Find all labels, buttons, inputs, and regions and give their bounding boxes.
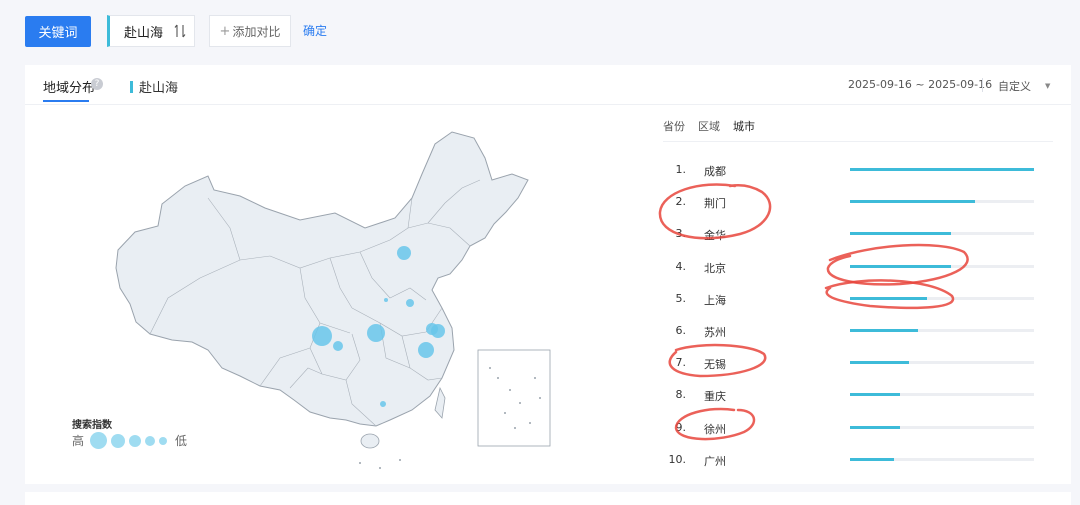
hainan-island (360, 433, 380, 449)
taiwan-island (434, 386, 446, 419)
index-bar-fill (850, 329, 919, 332)
city-name: 广州 (704, 454, 726, 468)
custom-date-select[interactable]: 自定义 ▼ (998, 78, 1050, 94)
ranking-row[interactable]: 4. 北京 (660, 258, 1060, 278)
bubble-beijing[interactable] (397, 246, 411, 260)
ranking-row[interactable]: 5. 上海 (660, 290, 1060, 310)
city-name: 北京 (704, 261, 726, 275)
index-bar-track (850, 361, 1034, 365)
keyword-legend: 赴山海 (130, 77, 178, 96)
index-bar-track (850, 200, 1034, 204)
tab-region[interactable]: 区域 (698, 118, 720, 134)
ranking-row[interactable]: 2. 荆门 (660, 193, 1060, 213)
rank-number: 3. (675, 227, 687, 241)
keyword-chip[interactable]: 赴山海 (107, 15, 195, 47)
caret-down-icon: ▼ (1045, 82, 1051, 90)
city-name: 苏州 (704, 326, 726, 339)
keyword-button[interactable]: 关键词 (25, 16, 91, 47)
index-bar-fill (850, 425, 900, 429)
bottom-panel-edge (25, 492, 1071, 505)
plus-icon: + (219, 23, 231, 39)
bubble-small[interactable] (384, 298, 388, 302)
city-name: 成都 (704, 165, 726, 178)
index-bar-fill (850, 168, 1034, 171)
index-bar-fill (850, 361, 909, 365)
tab-province[interactable]: 省份 (663, 118, 685, 134)
custom-select-label: 自定义 (998, 80, 1031, 93)
legend-high-label: 高 (72, 434, 85, 448)
ranking-row[interactable]: 8. 重庆 (660, 386, 1060, 406)
rank-number: 8. (675, 388, 687, 402)
index-bar-fill (850, 264, 952, 268)
tab-region-distribution[interactable]: 地域分布 (43, 77, 95, 96)
index-bar-track (850, 296, 1034, 300)
keyword-label: 赴山海 (124, 25, 164, 41)
legend-dot (145, 435, 156, 446)
city-name: 无锡 (704, 358, 726, 372)
city-name: 金华 (704, 229, 726, 243)
rank-number: 9. (675, 420, 687, 434)
ranking-row[interactable]: 7. 无锡 (660, 354, 1060, 374)
index-bar-track (850, 329, 1034, 332)
legend-low-label: 低 (175, 434, 188, 448)
index-bar-track (850, 457, 1034, 461)
keyword-legend-label: 赴山海 (139, 81, 179, 96)
swap-sort-icon[interactable] (174, 24, 186, 38)
toolbar: 关键词 赴山海 + 添加对比 确定 (0, 0, 1080, 62)
index-bar-fill (850, 393, 900, 397)
bubble-guangzhou[interactable] (380, 401, 386, 407)
add-compare-label: 添加对比 (232, 24, 281, 39)
index-bar-fill (850, 296, 928, 300)
rank-number: 7. (675, 356, 687, 370)
legend-dot (129, 434, 142, 447)
legend-swatch (130, 80, 133, 93)
city-name: 荆门 (704, 197, 726, 211)
rank-number: 6. (675, 324, 687, 337)
index-bar-track (850, 425, 1034, 429)
map-legend-title: 搜索指数 (72, 420, 112, 431)
index-bar-track (850, 393, 1034, 397)
ranking-tabs: 省份 区域 城市 (663, 118, 1053, 142)
legend-dot (111, 433, 126, 448)
index-bar-track (850, 264, 1034, 268)
ranking-row[interactable]: 3. 金华 (660, 225, 1060, 245)
bubble-chengdu[interactable] (312, 326, 332, 346)
rank-number: 2. (675, 195, 687, 209)
legend-dot (159, 436, 168, 445)
ranking-row[interactable]: 9. 徐州 (660, 419, 1060, 439)
ranking-row[interactable]: 1. 成都 (660, 161, 1060, 181)
index-bar-fill (850, 200, 976, 204)
divider (982, 78, 983, 92)
ranking-row[interactable]: 10. 广州 (660, 451, 1060, 471)
china-map (115, 131, 551, 469)
city-name: 重庆 (704, 390, 726, 404)
ranking-row[interactable]: 6. 苏州 (660, 322, 1060, 342)
add-compare-button[interactable]: + 添加对比 (209, 15, 291, 47)
rank-number: 1. (675, 163, 687, 176)
bubble-jinhua[interactable] (418, 342, 434, 358)
city-name: 徐州 (704, 422, 726, 436)
confirm-link[interactable]: 确定 (303, 22, 327, 39)
bubble-xuzhou[interactable] (406, 299, 414, 307)
active-tab-underline (43, 100, 89, 102)
bubble-chongqing[interactable] (333, 341, 343, 351)
tab-city[interactable]: 城市 (733, 118, 755, 134)
rank-number: 4. (675, 259, 687, 273)
legend-dot (90, 432, 108, 449)
bubble-jingmen[interactable] (367, 324, 385, 342)
city-name: 上海 (704, 293, 726, 307)
index-bar-fill (850, 232, 952, 236)
rank-number: 10. (668, 452, 687, 466)
bubble-suzhou[interactable] (426, 323, 438, 335)
index-bar-track (850, 232, 1034, 236)
card-header: 地域分布 ? 赴山海 2025-09-16 ~ 2025-09-16 自定义 ▼ (25, 65, 1071, 105)
rank-number: 5. (675, 291, 687, 305)
index-bar-fill (850, 457, 895, 461)
china-mainland-shape (115, 131, 529, 427)
index-bar-track (850, 168, 1034, 171)
help-icon[interactable]: ? (91, 78, 103, 90)
date-range[interactable]: 2025-09-16 ~ 2025-09-16 (848, 78, 992, 91)
map-legend: 高 低 (72, 432, 187, 449)
